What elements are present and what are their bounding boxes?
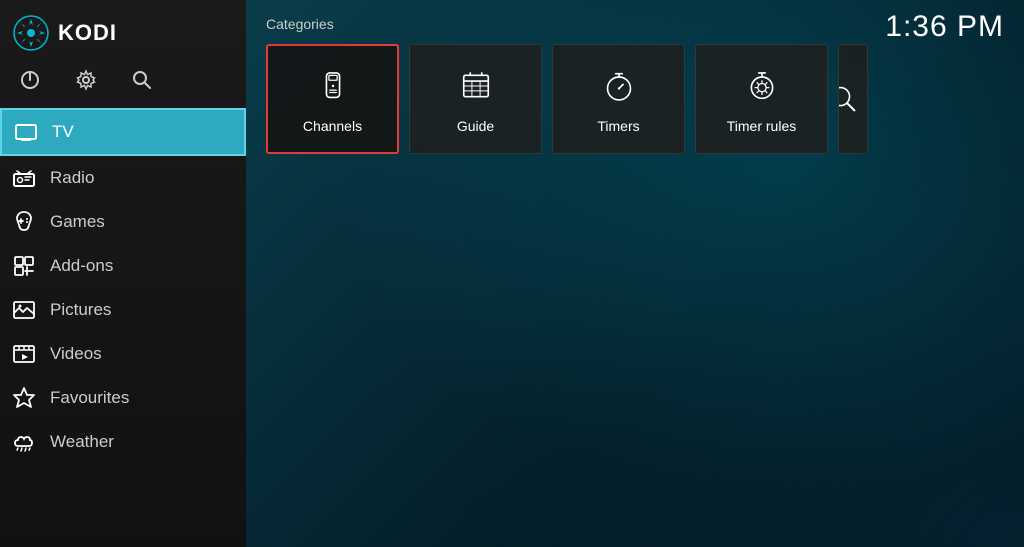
tv-icon: [14, 120, 38, 144]
timer-rules-icon: [740, 64, 784, 108]
addons-icon: [12, 254, 36, 278]
category-card-timers[interactable]: Timers: [552, 44, 685, 154]
sidebar-item-videos[interactable]: Videos: [0, 332, 246, 376]
sidebar-item-favourites-label: Favourites: [50, 388, 129, 408]
radio-icon: [12, 166, 36, 190]
main-content: 1:36 PM Categories Channels: [246, 0, 1024, 547]
app-title: KODI: [58, 20, 117, 46]
sidebar-header: KODI: [0, 0, 246, 62]
sidebar-item-games-label: Games: [50, 212, 105, 232]
sidebar-item-pictures[interactable]: Pictures: [0, 288, 246, 332]
timers-icon: [597, 64, 641, 108]
guide-label: Guide: [457, 118, 494, 134]
category-card-channels[interactable]: Channels: [266, 44, 399, 154]
category-card-timer-rules[interactable]: Timer rules: [695, 44, 828, 154]
categories-label: Categories: [266, 16, 1004, 32]
sidebar-item-weather[interactable]: Weather: [0, 420, 246, 464]
search-button[interactable]: [128, 66, 156, 94]
videos-icon: [12, 342, 36, 366]
timers-label: Timers: [597, 118, 639, 134]
category-card-guide[interactable]: Guide: [409, 44, 542, 154]
pictures-icon: [12, 298, 36, 322]
sidebar-item-addons[interactable]: Add-ons: [0, 244, 246, 288]
sidebar-item-tv-label: TV: [52, 122, 74, 142]
settings-button[interactable]: [72, 66, 100, 94]
sidebar-item-weather-label: Weather: [50, 432, 114, 452]
games-icon: [12, 210, 36, 234]
kodi-logo: [12, 14, 50, 52]
sidebar-item-radio[interactable]: Radio: [0, 156, 246, 200]
weather-icon: [12, 430, 36, 454]
guide-icon: [454, 64, 498, 108]
sidebar-item-pictures-label: Pictures: [50, 300, 111, 320]
sidebar-item-favourites[interactable]: Favourites: [0, 376, 246, 420]
categories-grid: Channels: [266, 44, 1004, 154]
sidebar-item-tv[interactable]: TV: [0, 108, 246, 156]
favourites-icon: [12, 386, 36, 410]
channels-label: Channels: [303, 118, 362, 134]
category-card-search-partial[interactable]: [838, 44, 868, 154]
channels-icon: [311, 64, 355, 108]
power-button[interactable]: [16, 66, 44, 94]
sidebar-item-addons-label: Add-ons: [50, 256, 113, 276]
sidebar-item-games[interactable]: Games: [0, 200, 246, 244]
sidebar-icon-bar: [0, 62, 246, 108]
nav-menu: TV Radio: [0, 108, 246, 547]
sidebar: KODI: [0, 0, 246, 547]
categories-section: Categories Channels: [246, 0, 1024, 154]
timer-rules-label: Timer rules: [727, 118, 797, 134]
sidebar-item-videos-label: Videos: [50, 344, 102, 364]
sidebar-item-radio-label: Radio: [50, 168, 94, 188]
